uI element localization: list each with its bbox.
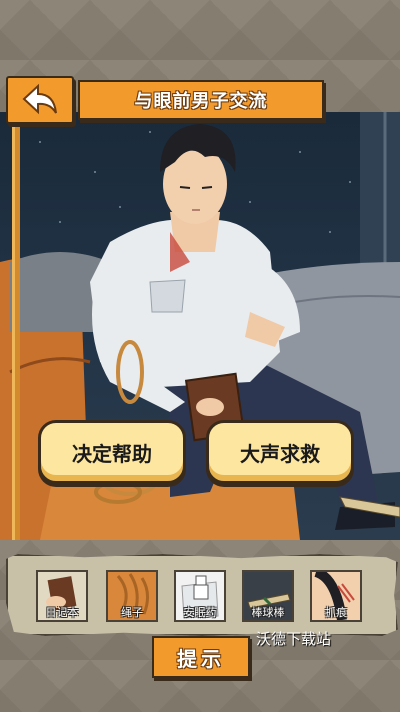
- inventory-item-notebook[interactable]: 日记本: [36, 570, 88, 622]
- choice-button-shout[interactable]: 大声求救: [206, 420, 354, 484]
- inventory-item-scratch[interactable]: 抓痕: [310, 570, 362, 622]
- scene-title-text: 与眼前男子交流: [134, 91, 268, 112]
- inventory-item-label: 抓痕: [325, 606, 347, 619]
- choice-button-help[interactable]: 决定帮助: [38, 420, 186, 484]
- inventory-item-label: 日记本: [45, 606, 79, 619]
- inventory-item-label: 棒球棒: [251, 606, 285, 619]
- back-arrow-icon: [22, 83, 57, 115]
- inventory-item-baseball-bat[interactable]: 棒球棒: [242, 570, 294, 622]
- story-scene: 决定帮助 大声求救: [0, 112, 400, 540]
- hint-button[interactable]: 提示: [152, 636, 250, 678]
- hint-button-label: 提示: [177, 646, 225, 671]
- watermark-text: 沃德下载站: [256, 630, 332, 648]
- choice-label: 大声求救: [240, 441, 320, 466]
- choice-label: 决定帮助: [72, 441, 152, 466]
- inventory-item-label: 安眠药: [183, 606, 217, 619]
- inventory-item-label: 绳子: [121, 606, 143, 619]
- inventory-item-rope[interactable]: 绳子: [106, 570, 158, 622]
- inventory-bar: 日记本 绳子 安眠药 棒球棒 抓痕: [6, 554, 398, 636]
- inventory-item-sleeping-pills[interactable]: 安眠药: [174, 570, 226, 622]
- back-button[interactable]: [6, 76, 74, 124]
- scene-title: 与眼前男子交流: [78, 80, 324, 120]
